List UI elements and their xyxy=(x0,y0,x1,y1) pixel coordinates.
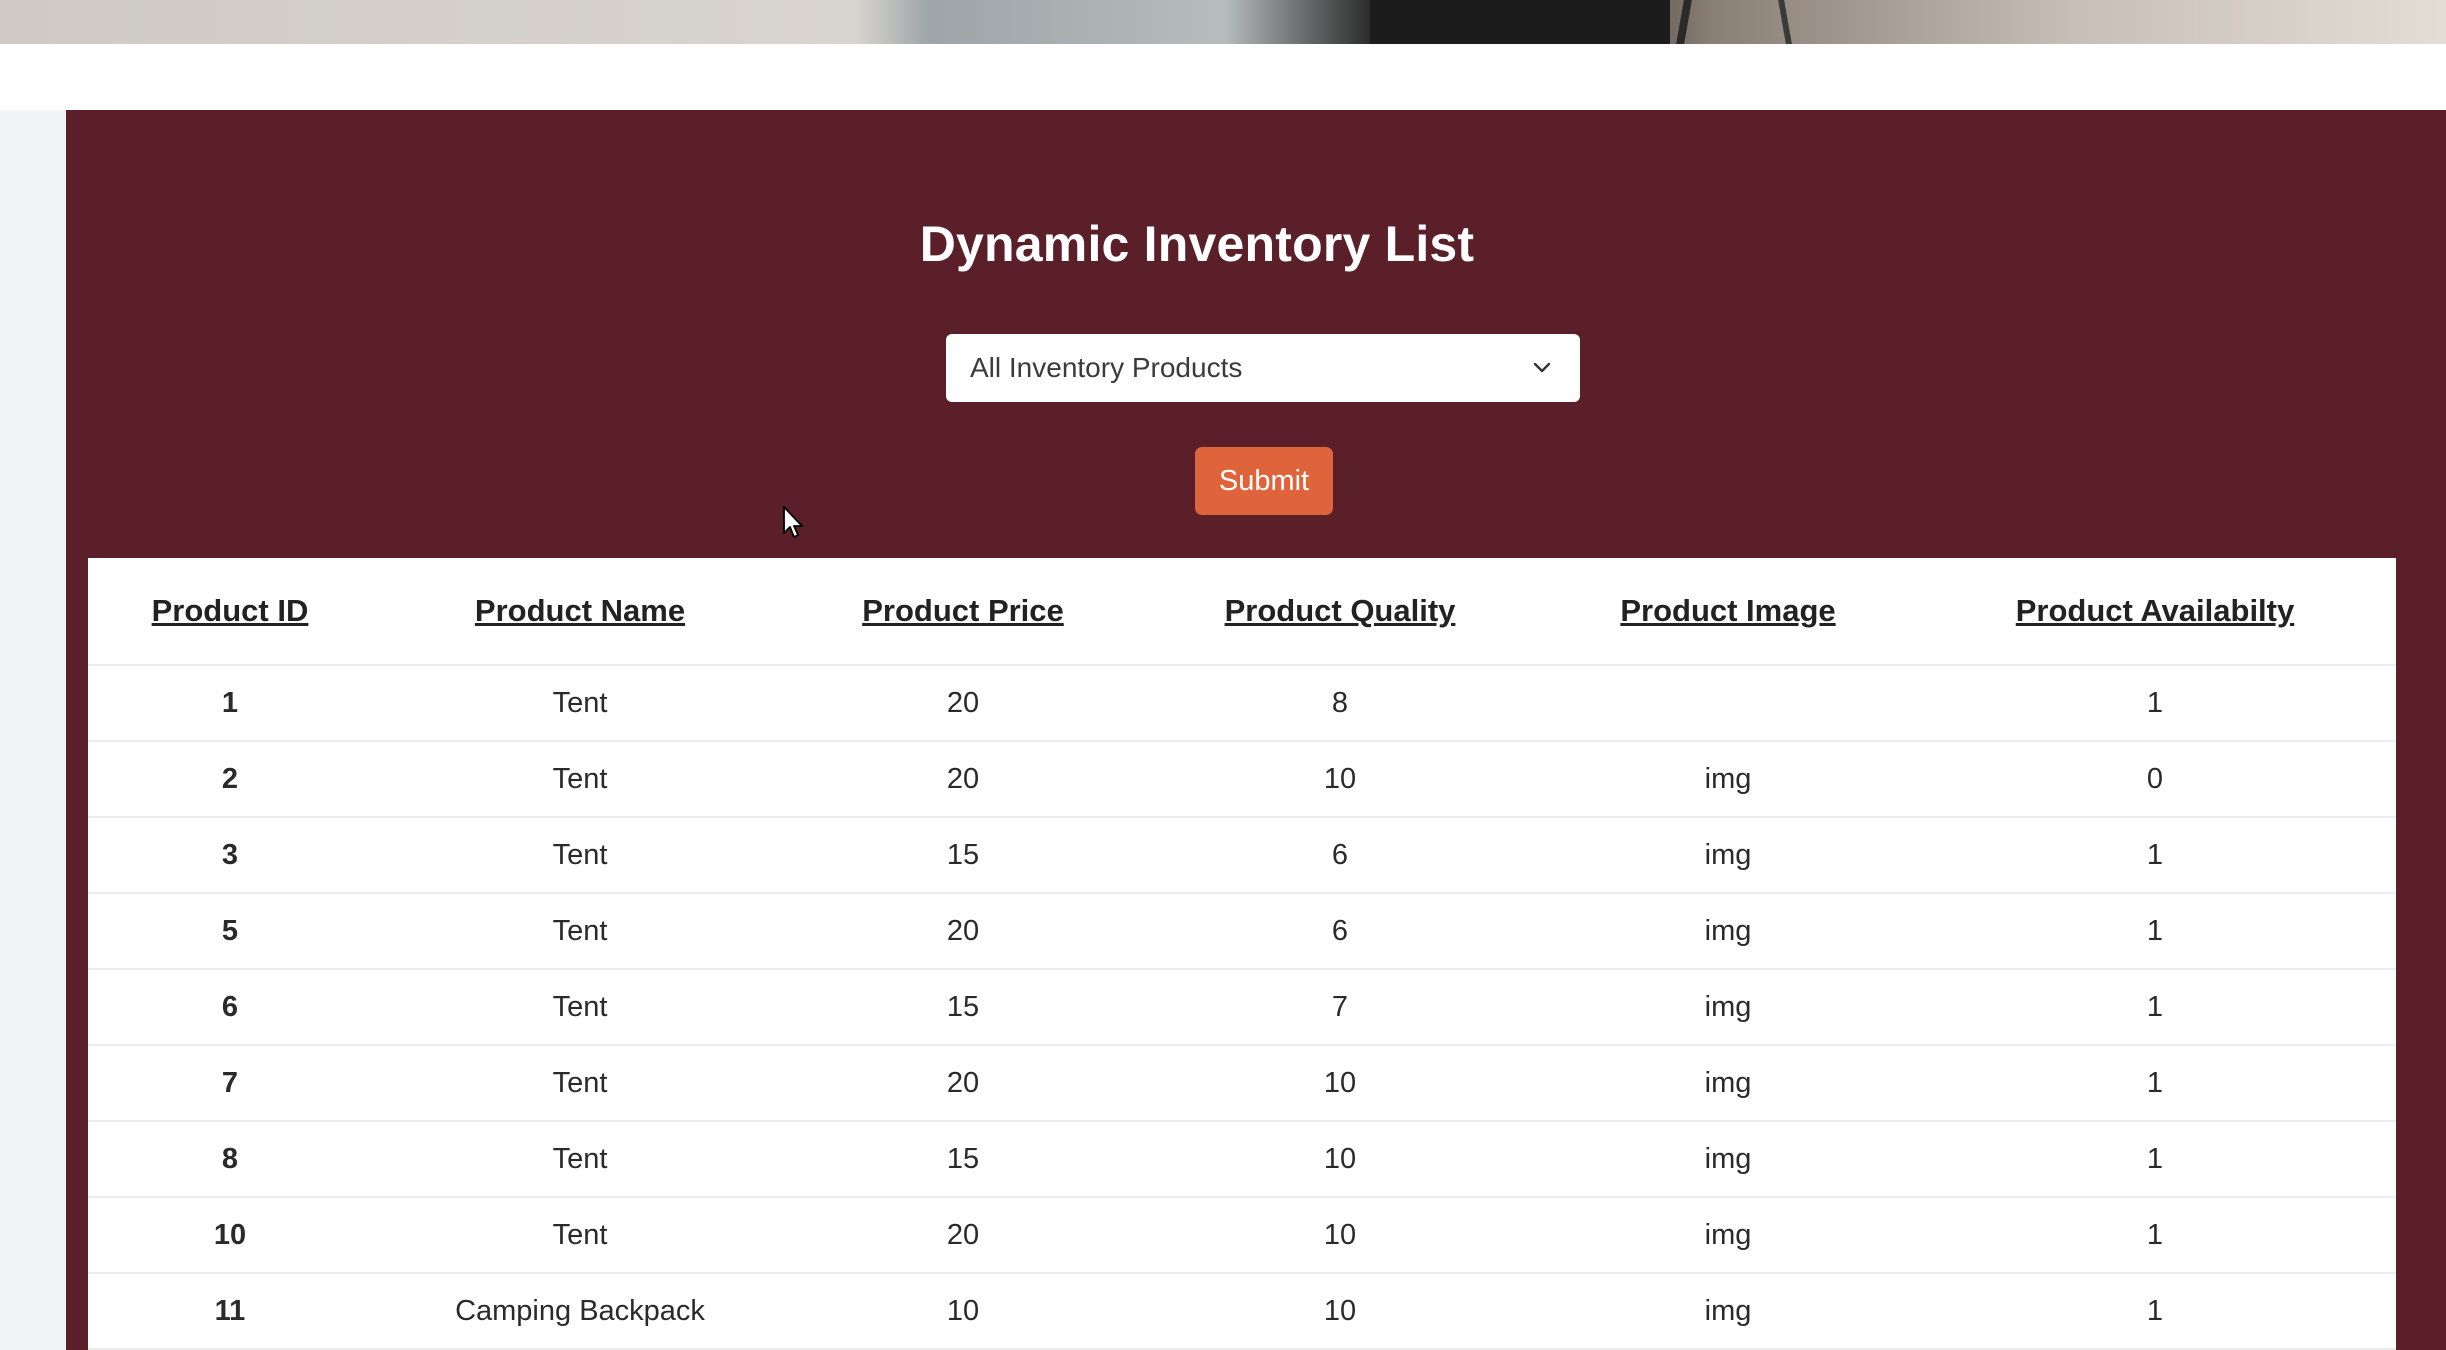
table-row: 7 Tent 20 10 img 1 xyxy=(88,1045,2396,1122)
cell-product-availability: 1 xyxy=(1914,665,2396,742)
cell-product-id: 6 xyxy=(88,969,372,1046)
cell-product-quality: 10 xyxy=(1138,1197,1542,1274)
page-title: Dynamic Inventory List xyxy=(919,216,1475,272)
cell-product-quality: 8 xyxy=(1138,665,1542,742)
cell-product-price: 20 xyxy=(788,1045,1138,1122)
hero-chair-leg xyxy=(1676,0,1692,44)
cell-product-availability: 1 xyxy=(1914,1045,2396,1122)
table-row: 3 Tent 15 6 img 1 xyxy=(88,817,2396,894)
hero-image-strip xyxy=(0,0,2446,44)
header-product-name[interactable]: Product Name xyxy=(372,558,788,666)
cell-product-price: 10 xyxy=(788,1273,1138,1350)
table-row: 2 Tent 20 10 img 0 xyxy=(88,741,2396,818)
mouse-cursor-icon xyxy=(783,506,803,538)
chevron-down-icon xyxy=(1533,362,1551,373)
cell-product-quality: 10 xyxy=(1138,1273,1542,1350)
cell-product-price: 20 xyxy=(788,665,1138,742)
hero-chair-leg xyxy=(1778,0,1792,44)
cell-product-quality: 7 xyxy=(1138,969,1542,1046)
table-header-row: Product ID Product Name Product Price Pr… xyxy=(88,558,2396,666)
cell-product-availability: 1 xyxy=(1914,817,2396,894)
cell-product-id: 3 xyxy=(88,817,372,894)
cell-product-image: img xyxy=(1542,1273,1914,1350)
cell-product-name: Tent xyxy=(372,1045,788,1122)
cell-product-name: Tent xyxy=(372,893,788,970)
cell-product-id: 1 xyxy=(88,665,372,742)
cell-product-availability: 0 xyxy=(1914,741,2396,818)
product-filter-select[interactable]: All Inventory Products xyxy=(946,334,1580,402)
cell-product-quality: 10 xyxy=(1138,741,1542,818)
cell-product-availability: 1 xyxy=(1914,1273,2396,1350)
cell-product-image xyxy=(1542,665,1914,742)
cell-product-quality: 10 xyxy=(1138,1121,1542,1198)
cell-product-image: img xyxy=(1542,741,1914,818)
cell-product-id: 10 xyxy=(88,1197,372,1274)
cell-product-image: img xyxy=(1542,1045,1914,1122)
cell-product-name: Tent xyxy=(372,741,788,818)
table-row: 1 Tent 20 8 1 xyxy=(88,665,2396,742)
cell-product-availability: 1 xyxy=(1914,1121,2396,1198)
cell-product-name: Tent xyxy=(372,1197,788,1274)
cell-product-image: img xyxy=(1542,1121,1914,1198)
left-gutter xyxy=(0,110,66,1350)
header-product-price[interactable]: Product Price xyxy=(788,558,1138,666)
table-row: 5 Tent 20 6 img 1 xyxy=(88,893,2396,970)
cell-product-id: 2 xyxy=(88,741,372,818)
table-row: 8 Tent 15 10 img 1 xyxy=(88,1121,2396,1198)
cell-product-price: 20 xyxy=(788,741,1138,818)
cell-product-image: img xyxy=(1542,817,1914,894)
cell-product-price: 20 xyxy=(788,1197,1138,1274)
cell-product-quality: 6 xyxy=(1138,893,1542,970)
inventory-table-card: Product ID Product Name Product Price Pr… xyxy=(88,558,2396,1350)
header-product-quality[interactable]: Product Quality xyxy=(1138,558,1542,666)
cell-product-id: 5 xyxy=(88,893,372,970)
panel-right-edge xyxy=(2396,558,2446,1350)
hero-dark-object xyxy=(1370,0,1670,44)
cell-product-name: Tent xyxy=(372,1121,788,1198)
header-product-id[interactable]: Product ID xyxy=(88,558,372,666)
cell-product-id: 8 xyxy=(88,1121,372,1198)
cell-product-availability: 1 xyxy=(1914,969,2396,1046)
cell-product-price: 15 xyxy=(788,969,1138,1046)
cell-product-id: 7 xyxy=(88,1045,372,1122)
cell-product-image: img xyxy=(1542,969,1914,1046)
inventory-table: Product ID Product Name Product Price Pr… xyxy=(88,558,2396,1350)
cell-product-name: Tent xyxy=(372,817,788,894)
cell-product-price: 20 xyxy=(788,893,1138,970)
cell-product-name: Tent xyxy=(372,665,788,742)
table-row: 10 Tent 20 10 img 1 xyxy=(88,1197,2396,1274)
submit-button[interactable]: Submit xyxy=(1195,447,1333,515)
cell-product-price: 15 xyxy=(788,1121,1138,1198)
cell-product-quality: 10 xyxy=(1138,1045,1542,1122)
cell-product-name: Tent xyxy=(372,969,788,1046)
cell-product-name: Camping Backpack xyxy=(372,1273,788,1350)
table-row: 11 Camping Backpack 10 10 img 1 xyxy=(88,1273,2396,1350)
cell-product-price: 15 xyxy=(788,817,1138,894)
cell-product-id: 11 xyxy=(88,1273,372,1350)
table-row: 6 Tent 15 7 img 1 xyxy=(88,969,2396,1046)
cell-product-availability: 1 xyxy=(1914,893,2396,970)
cell-product-quality: 6 xyxy=(1138,817,1542,894)
cell-product-image: img xyxy=(1542,1197,1914,1274)
product-filter-value: All Inventory Products xyxy=(970,352,1243,383)
cell-product-availability: 1 xyxy=(1914,1197,2396,1274)
header-product-image[interactable]: Product Image xyxy=(1542,558,1914,666)
header-product-availability[interactable]: Product Availabilty xyxy=(1914,558,2396,666)
cell-product-image: img xyxy=(1542,893,1914,970)
